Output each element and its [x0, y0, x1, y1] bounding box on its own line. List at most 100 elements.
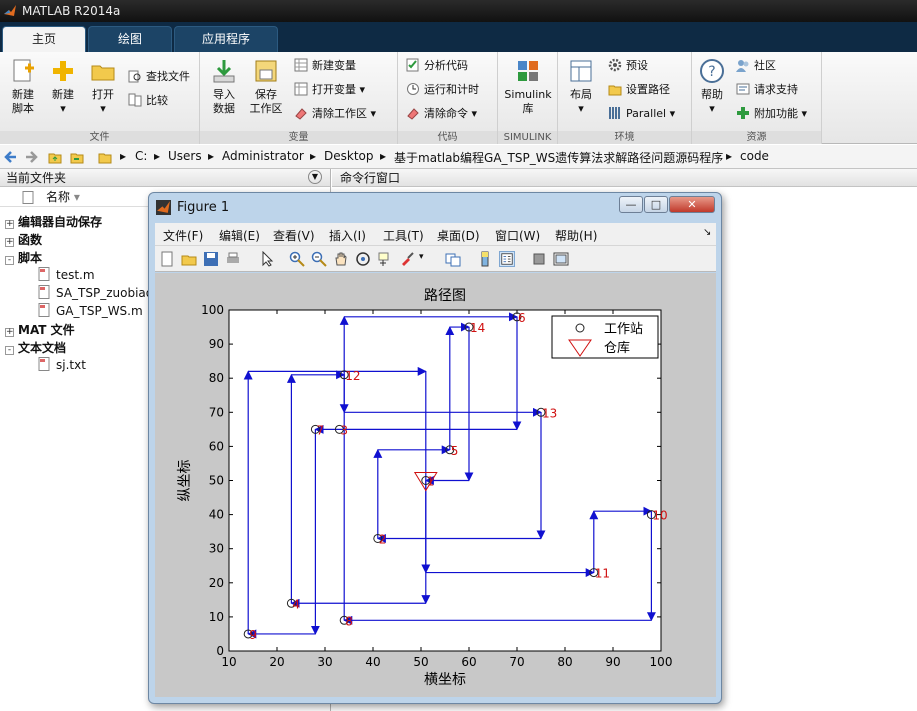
- parallel-label: Parallel: [626, 107, 667, 120]
- clear-workspace-button[interactable]: 清除工作区 ▾: [294, 105, 376, 123]
- menu-view[interactable]: 查看(V): [273, 227, 315, 244]
- new-figure-icon[interactable]: [159, 251, 175, 267]
- collapse-icon[interactable]: -: [5, 346, 14, 355]
- pointer-icon[interactable]: [259, 251, 275, 267]
- command-window-header: 命令行窗口: [332, 169, 917, 187]
- layout-button[interactable]: 布局 ▾: [564, 58, 598, 116]
- parallel-button[interactable]: Parallel ▾: [608, 105, 675, 123]
- open-variable-button[interactable]: 打开变量 ▾: [294, 81, 365, 99]
- x-tick-label: 20: [269, 655, 284, 669]
- path-separator-icon: ▸: [310, 149, 317, 163]
- menu-window[interactable]: 窗口(W): [495, 227, 540, 244]
- tree-item[interactable]: GA_TSP_WS.m: [38, 303, 143, 318]
- rotate-3d-icon[interactable]: [355, 251, 371, 267]
- new-script-button[interactable]: 新建 脚本: [6, 58, 40, 116]
- save-icon[interactable]: [203, 251, 219, 267]
- save-workspace-button[interactable]: 保存 工作区: [244, 58, 288, 116]
- preferences-button[interactable]: 预设: [608, 57, 648, 75]
- hide-tools-icon[interactable]: [531, 251, 547, 267]
- find-files-button[interactable]: 查找文件: [128, 68, 190, 86]
- tab-apps[interactable]: 应用程序: [174, 26, 278, 52]
- tree-item[interactable]: + 函数: [5, 231, 42, 248]
- new-variable-button[interactable]: 新建变量: [294, 57, 356, 75]
- group-environment-label: 环境: [558, 131, 691, 144]
- clear-commands-button[interactable]: 清除命令 ▾: [406, 105, 477, 123]
- up-folder-icon[interactable]: [48, 150, 62, 164]
- expand-icon[interactable]: +: [5, 238, 14, 247]
- path-segment-administrator[interactable]: Administrator: [222, 149, 304, 163]
- path-segment-code[interactable]: code: [740, 149, 769, 163]
- station-label: 6: [518, 311, 526, 325]
- set-path-button[interactable]: 设置路径: [608, 81, 670, 99]
- current-folder-title: 当前文件夹: [6, 171, 67, 185]
- menu-help[interactable]: 帮助(H): [555, 227, 597, 244]
- tab-home[interactable]: 主页: [2, 26, 86, 52]
- tree-item[interactable]: + 编辑器自动保存: [5, 213, 102, 230]
- request-support-button[interactable]: 请求支持: [736, 81, 798, 99]
- colorbar-icon[interactable]: [477, 251, 493, 267]
- zoom-out-icon[interactable]: [311, 251, 327, 267]
- compare-button[interactable]: 比较: [128, 92, 168, 110]
- menu-desktop[interactable]: 桌面(D): [437, 227, 480, 244]
- path-segment-drive[interactable]: C:: [135, 149, 147, 163]
- tree-item[interactable]: - 脚本: [5, 249, 42, 266]
- x-tick-label: 90: [605, 655, 620, 669]
- tree-item[interactable]: SA_TSP_zuobiao: [38, 285, 153, 300]
- group-simulink: Simulink 库 SIMULINK: [498, 52, 558, 144]
- menu-tools[interactable]: 工具(T): [383, 227, 424, 244]
- maximize-button[interactable]: □: [644, 196, 668, 213]
- browse-folder-icon[interactable]: [70, 150, 84, 164]
- forward-arrow-icon[interactable]: [24, 150, 38, 164]
- matlab-app: MATLAB R2014a 主页 绘图 应用程序 新建 脚本 新建 ▾ 打开 ▾ 查…: [0, 0, 917, 711]
- new-button[interactable]: 新建 ▾: [46, 58, 80, 116]
- tree-item[interactable]: sj.txt: [38, 357, 86, 372]
- community-button[interactable]: 社区: [736, 57, 776, 75]
- open-file-icon[interactable]: [181, 251, 197, 267]
- simulink-library-button[interactable]: Simulink 库: [504, 58, 552, 116]
- link-plot-icon[interactable]: [445, 251, 461, 267]
- open-button[interactable]: 打开 ▾: [86, 58, 120, 116]
- show-tools-icon[interactable]: [553, 251, 569, 267]
- pan-hand-icon[interactable]: [333, 251, 349, 267]
- chevron-down-icon: ▾: [669, 107, 676, 120]
- tree-item-label: 编辑器自动保存: [18, 215, 103, 229]
- menu-edit[interactable]: 编辑(E): [219, 227, 260, 244]
- addons-button[interactable]: 附加功能 ▾: [736, 105, 807, 123]
- menu-file[interactable]: 文件(F): [163, 227, 203, 244]
- station-label: 12: [345, 369, 360, 383]
- legend-depot-label: 仓库: [604, 340, 630, 356]
- path-segment-project[interactable]: 基于matlab编程GA_TSP_WS遗传算法求解路径问题源码程序: [394, 149, 723, 166]
- zoom-in-icon[interactable]: [289, 251, 305, 267]
- tree-item[interactable]: - 文本文档: [5, 339, 66, 356]
- legend-icon[interactable]: [499, 251, 515, 267]
- tab-plots[interactable]: 绘图: [88, 26, 172, 52]
- tree-item-label: SA_TSP_zuobiao: [56, 286, 154, 300]
- expand-icon[interactable]: +: [5, 328, 14, 337]
- station-label: 2: [379, 532, 387, 546]
- analyze-code-button[interactable]: 分析代码: [406, 57, 468, 75]
- run-and-time-button[interactable]: 运行和计时: [406, 81, 479, 99]
- expand-icon[interactable]: +: [5, 220, 14, 229]
- chevron-down-icon[interactable]: ▾: [419, 252, 424, 262]
- route-plot[interactable]: 10 20 30 40 50 60 70 80 90 100 0 10 20 30 40 50 60 70 80 90…: [155, 273, 716, 697]
- collapse-icon[interactable]: -: [5, 256, 14, 265]
- close-button[interactable]: ✕: [669, 196, 715, 213]
- svg-text:?: ?: [708, 64, 715, 80]
- brush-icon[interactable]: [399, 251, 415, 267]
- help-button[interactable]: ? 帮助 ▾: [696, 58, 728, 116]
- path-segment-users[interactable]: Users: [168, 149, 202, 163]
- minimize-button[interactable]: —: [619, 196, 643, 213]
- back-arrow-icon[interactable]: [4, 150, 18, 164]
- data-cursor-icon[interactable]: [377, 251, 393, 267]
- path-segment-desktop[interactable]: Desktop: [324, 149, 374, 163]
- import-data-button[interactable]: 导入 数据: [206, 58, 242, 116]
- station-label: 14: [470, 321, 485, 335]
- tree-item[interactable]: + MAT 文件: [5, 321, 75, 338]
- menu-insert[interactable]: 插入(I): [329, 227, 366, 244]
- print-icon[interactable]: [225, 251, 241, 267]
- station-label: 8: [345, 614, 353, 628]
- eraser-icon: [407, 108, 419, 120]
- panel-actions-icon[interactable]: ▼: [308, 170, 322, 184]
- dock-arrow-icon[interactable]: ↘: [703, 227, 711, 238]
- tree-item[interactable]: test.m: [38, 267, 95, 282]
